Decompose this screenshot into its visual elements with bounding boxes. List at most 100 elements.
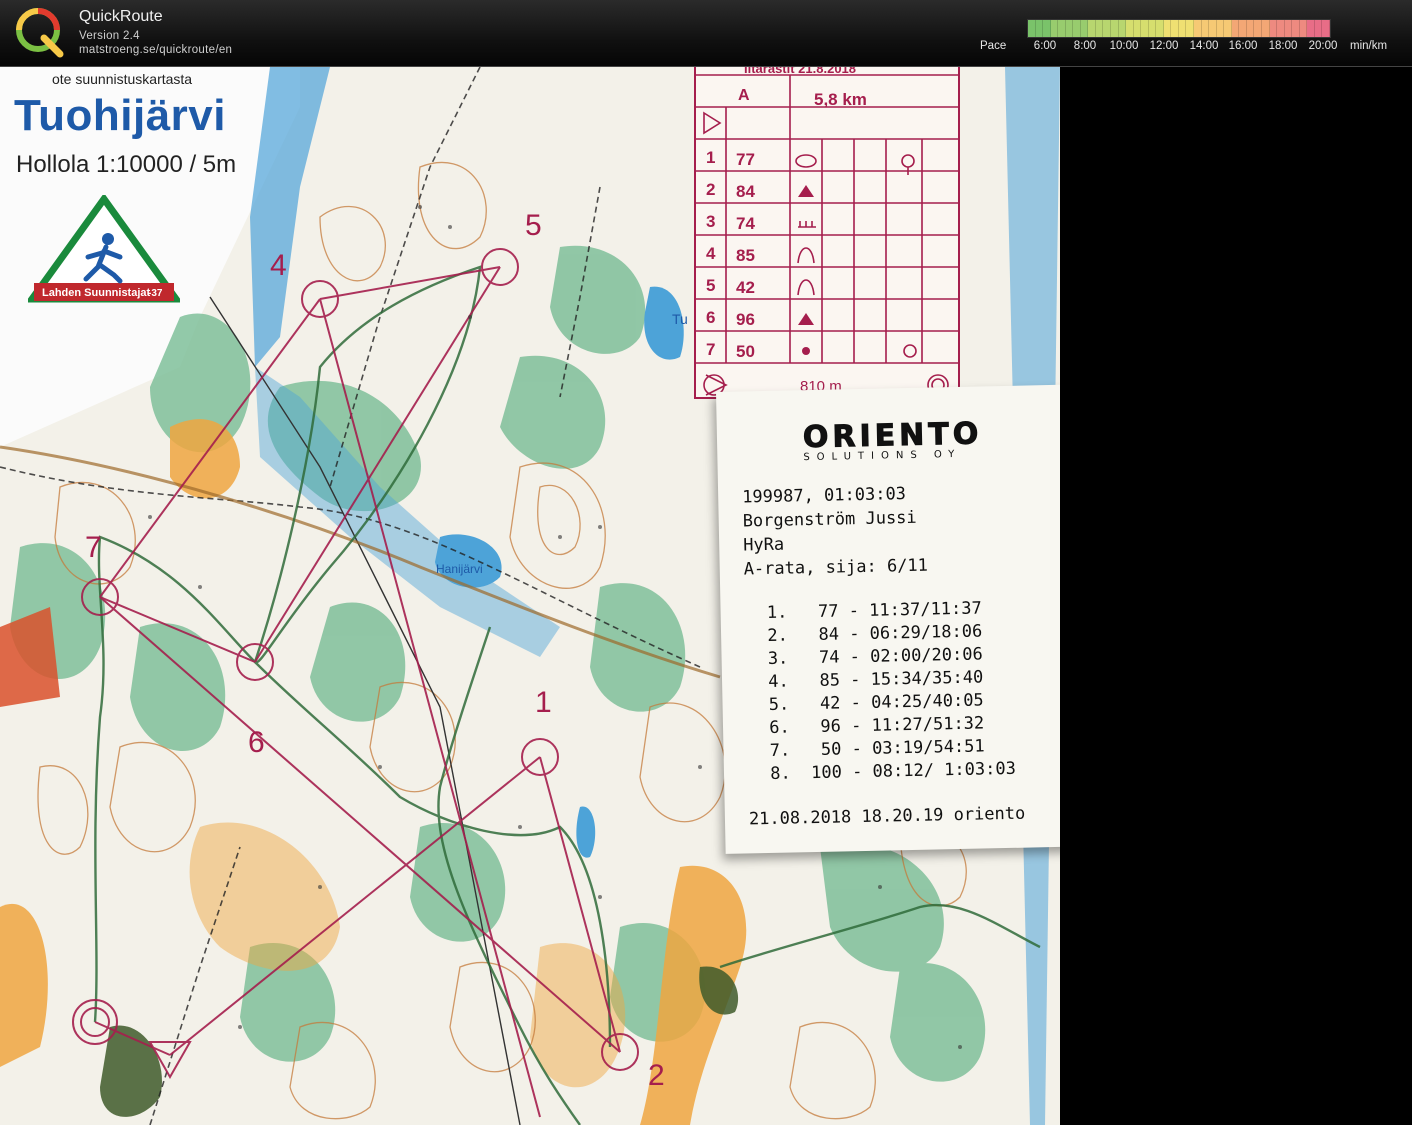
control-number: 1: [535, 686, 552, 719]
card-row-code: 50: [736, 342, 755, 361]
pace-tick: 16:00: [1228, 40, 1258, 52]
pace-tick: 6:00: [1033, 40, 1057, 52]
pace-scale-segment: [1292, 20, 1300, 37]
pace-scale-segment: [1028, 20, 1036, 37]
pace-tick-labels: 6:00 8:00 10:00 12:00 14:00 16:00 18:00 …: [0, 40, 1412, 56]
pace-scale-segment: [1178, 20, 1187, 37]
receipt-club: HyRa: [743, 534, 785, 556]
control-card-grid: Iltarastit 21.8.2018 A 5,8 km 1 77 2 84 …: [696, 67, 958, 396]
receipt-runner: Borgenström Jussi: [742, 507, 917, 532]
control-number: 5: [525, 209, 542, 242]
card-row-number: 1: [706, 148, 715, 167]
pace-scale-segment: [1277, 20, 1285, 37]
control-number: 6: [248, 726, 265, 759]
map-scale: Hollola 1:10000 / 5m: [16, 151, 237, 178]
map-name: Tuohijärvi: [14, 91, 226, 140]
pace-scale-segment: [1201, 20, 1210, 37]
receipt-split: 6. 96 - 11:27/51:32: [758, 713, 985, 739]
empty-panel: [1060, 67, 1412, 1125]
club-suffix: -37: [148, 288, 163, 299]
pace-scale-segment: [1254, 20, 1262, 37]
card-row-number: 7: [706, 340, 715, 359]
receipt-brand-sub: SOLUTIONS OY: [803, 448, 962, 464]
card-row-number: 2: [706, 180, 715, 199]
app-title: QuickRoute: [79, 8, 163, 25]
receipt-split: 4. 85 - 15:34/35:40: [757, 667, 984, 693]
pace-scale-segment: [1118, 20, 1127, 37]
pace-tick: 20:00: [1308, 40, 1338, 52]
pace-tick: 12:00: [1149, 40, 1179, 52]
pace-scale-segment: [1246, 20, 1255, 37]
receipt-split: 5. 42 - 04:25/40:05: [758, 690, 984, 716]
pace-scale-segment: [1239, 20, 1247, 37]
card-row-number: 4: [706, 244, 716, 263]
card-row-code: 96: [736, 310, 755, 329]
receipt-split: 3. 74 - 02:00/20:06: [757, 644, 983, 670]
card-row-code: 77: [736, 150, 755, 169]
pace-scale-segment: [1156, 20, 1164, 37]
pace-scale-segment: [1133, 20, 1142, 37]
pace-scale-segment: [1216, 20, 1225, 37]
card-row-number: 3: [706, 212, 715, 231]
receipt-course-place: A-rata, sija: 6/11: [743, 555, 929, 580]
receipt-result: 199987, 01:03:03: [742, 484, 907, 508]
receipt-split: 8. 100 - 08:12/ 1:03:03: [759, 758, 1017, 785]
pace-scale-segment: [1035, 20, 1044, 37]
pace-scale-segment: [1284, 20, 1293, 37]
app-header: QuickRoute Version 2.4 matstroeng.se/qui…: [0, 0, 1412, 67]
control-description-card: Iltarastit 21.8.2018 A 5,8 km 1 77 2 84 …: [694, 67, 960, 399]
pace-scale-segment: [1080, 20, 1089, 37]
control-number: 2: [648, 1059, 665, 1092]
pace-scale-segment: [1043, 20, 1051, 37]
pace-scale-segment: [1103, 20, 1112, 37]
pace-scale-segment: [1322, 20, 1330, 37]
pace-scale-segment: [1194, 20, 1202, 37]
pace-color-scale: [1027, 19, 1331, 38]
pace-scale-segment: [1050, 20, 1059, 37]
pace-scale-segment: [1314, 20, 1323, 37]
pace-tick: 10:00: [1109, 40, 1139, 52]
lake-label: Tu: [672, 311, 688, 327]
pace-scale-segment: [1224, 20, 1232, 37]
pace-scale-segment: [1269, 20, 1278, 37]
pace-tick: 8:00: [1073, 40, 1097, 52]
card-length: 5,8 km: [814, 90, 867, 109]
pace-scale-segment: [1095, 20, 1104, 37]
card-row-number: 6: [706, 308, 715, 327]
pace-scale-segment: [1261, 20, 1270, 37]
pace-scale-segment: [1163, 20, 1172, 37]
pace-tick: 18:00: [1268, 40, 1298, 52]
receipt-footer: 21.08.2018 18.20.19 oriento: [748, 803, 1026, 830]
pace-scale-segment: [1073, 20, 1081, 37]
pace-unit: min/km: [1350, 40, 1388, 52]
map-subtitle: ote suunnistuskartasta: [52, 71, 193, 87]
control-number: 7: [85, 531, 102, 564]
pace-scale-segment: [1299, 20, 1308, 37]
receipt-split: 2. 84 - 06:29/18:06: [756, 621, 983, 647]
pace-scale-segment: [1088, 20, 1096, 37]
club-name: Lahden Suunnistajat: [42, 287, 151, 299]
split-time-receipt: ORIENTO SOLUTIONS OY 199987, 01:03:03 Bo…: [716, 384, 1060, 854]
card-row-code: 85: [736, 246, 755, 265]
pace-scale-segment: [1058, 20, 1066, 37]
card-header: Iltarastit 21.8.2018: [744, 67, 856, 76]
pace-scale-segment: [1231, 20, 1240, 37]
lake-label: Hanijärvi: [436, 562, 483, 576]
pace-scale-segment: [1141, 20, 1149, 37]
card-course: A: [738, 87, 750, 104]
pace-scale-segment: [1209, 20, 1217, 37]
pace-scale-segment: [1111, 20, 1119, 37]
pace-scale-segment: [1171, 20, 1179, 37]
card-row-number: 5: [706, 276, 715, 295]
pace-scale-segment: [1126, 20, 1134, 37]
receipt-split: 7. 50 - 03:19/54:51: [759, 736, 985, 762]
club-logo-icon: Lahden Suunnistajat -37: [28, 195, 180, 303]
pace-tick: 14:00: [1189, 40, 1219, 52]
receipt-split: 1. 77 - 11:37/11:37: [756, 598, 982, 624]
card-row-code: 74: [736, 214, 755, 233]
orienteering-map[interactable]: 1 2 4 5 6 7 ote suunnistuskartasta Tuohi…: [0, 67, 1060, 1125]
pace-scale-segment: [1148, 20, 1157, 37]
card-row-code: 42: [736, 278, 755, 297]
pace-scale-segment: [1186, 20, 1195, 37]
pace-scale-segment: [1307, 20, 1315, 37]
